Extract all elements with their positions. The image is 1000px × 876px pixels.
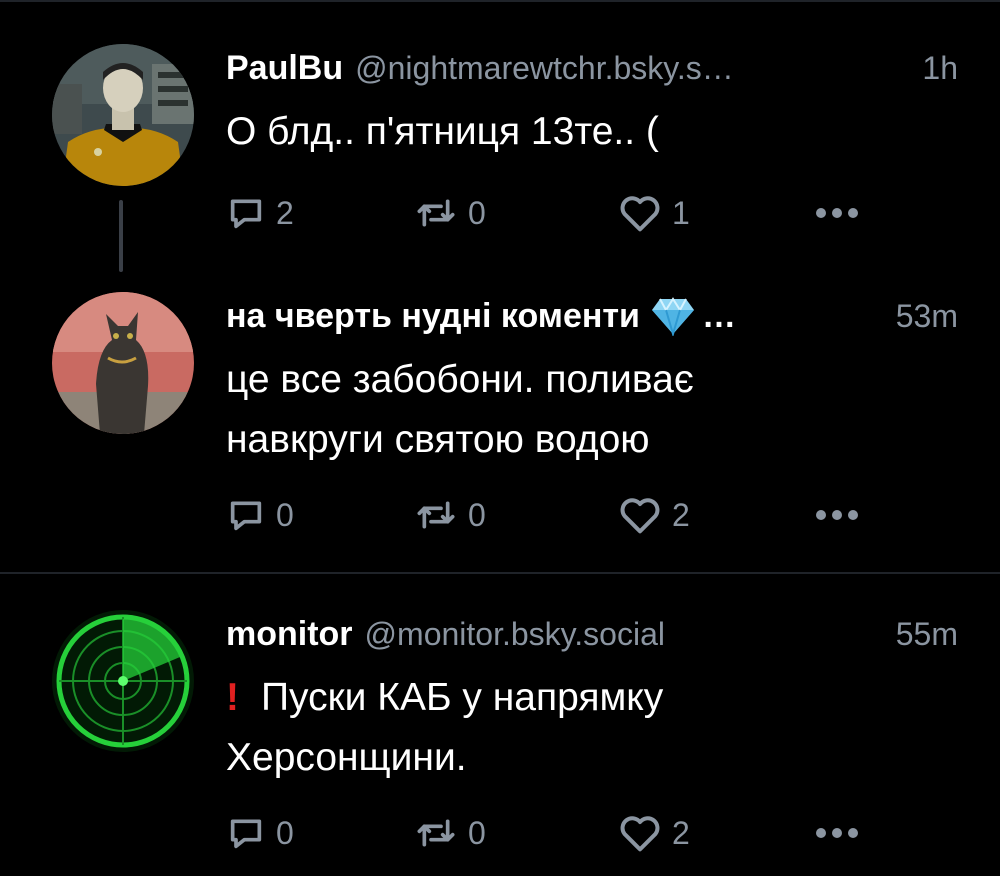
more-options-button[interactable] (814, 808, 870, 858)
more-options-icon (816, 510, 858, 520)
heart-icon (620, 498, 660, 534)
reply-count: 0 (276, 814, 294, 851)
like-button[interactable]: 2 (618, 490, 690, 540)
repost-count: 0 (468, 194, 486, 231)
post-actions: 0 0 2 (226, 490, 876, 540)
post-time[interactable]: 53m (880, 298, 958, 335)
repost-icon (417, 819, 455, 847)
more-options-button[interactable] (814, 188, 870, 238)
author-name-ellipsis: … (701, 296, 736, 335)
repost-button[interactable]: 0 (414, 490, 486, 540)
red-exclamation-icon: ! (226, 676, 239, 719)
reply-icon (230, 199, 262, 229)
post-item[interactable]: PaulBu @nightmarewtchr.bsky.s… 1h О блд.… (0, 0, 1000, 270)
avatar[interactable] (52, 610, 194, 752)
post-text: це все забобони. поливає навкруги святою… (226, 350, 958, 470)
author-name[interactable]: на чверть нудні коменти (226, 297, 640, 336)
repost-icon (417, 501, 455, 529)
post-time[interactable]: 1h (906, 50, 958, 87)
post-actions: 0 0 2 (226, 808, 876, 858)
post-text-content: Пуски КАБ у напрямку (261, 676, 664, 719)
reply-icon (230, 819, 262, 849)
post-item[interactable]: на чверть нудні коменти … 53m це все заб… (0, 270, 1000, 570)
like-count: 2 (672, 496, 690, 533)
repost-count: 0 (468, 814, 486, 851)
post-text-line: ! Пуски КАБ у напрямку (226, 668, 958, 728)
repost-icon (417, 199, 455, 227)
more-options-icon (816, 828, 858, 838)
more-options-icon (816, 208, 858, 218)
post-text: ! Пуски КАБ у напрямку Херсонщини. (226, 668, 958, 788)
like-count: 2 (672, 814, 690, 851)
author-name[interactable]: monitor (226, 615, 353, 654)
author-handle[interactable]: @nightmarewtchr.bsky.s… (355, 50, 734, 87)
like-count: 1 (672, 194, 690, 231)
post-actions: 2 0 1 (226, 188, 876, 238)
post-text-line: навкруги святою водою (226, 418, 650, 461)
post-item[interactable]: monitor @monitor.bsky.social 55m ! Пуски … (0, 574, 1000, 876)
like-button[interactable]: 1 (618, 188, 690, 238)
post-text-line: Херсонщини. (226, 736, 467, 779)
reply-count: 0 (276, 496, 294, 533)
author-handle[interactable]: @monitor.bsky.social (365, 616, 665, 653)
heart-icon (620, 196, 660, 232)
reply-button[interactable]: 2 (226, 188, 294, 238)
reply-count: 2 (276, 194, 294, 231)
repost-button[interactable]: 0 (414, 188, 486, 238)
reply-icon (230, 501, 262, 531)
post-text-line: це все забобони. поливає (226, 358, 694, 401)
avatar[interactable] (52, 44, 194, 186)
repost-count: 0 (468, 496, 486, 533)
reply-button[interactable]: 0 (226, 490, 294, 540)
author-name[interactable]: PaulBu (226, 49, 343, 88)
heart-icon (620, 816, 660, 852)
more-options-button[interactable] (814, 490, 870, 540)
repost-button[interactable]: 0 (414, 808, 486, 858)
like-button[interactable]: 2 (618, 808, 690, 858)
diamond-emoji-icon (651, 297, 694, 336)
post-text: О блд.. п'ятниця 13те.. ( (226, 110, 659, 153)
avatar[interactable] (52, 292, 194, 434)
reply-button[interactable]: 0 (226, 808, 294, 858)
thread-connector (119, 200, 123, 272)
post-time[interactable]: 55m (880, 616, 958, 653)
